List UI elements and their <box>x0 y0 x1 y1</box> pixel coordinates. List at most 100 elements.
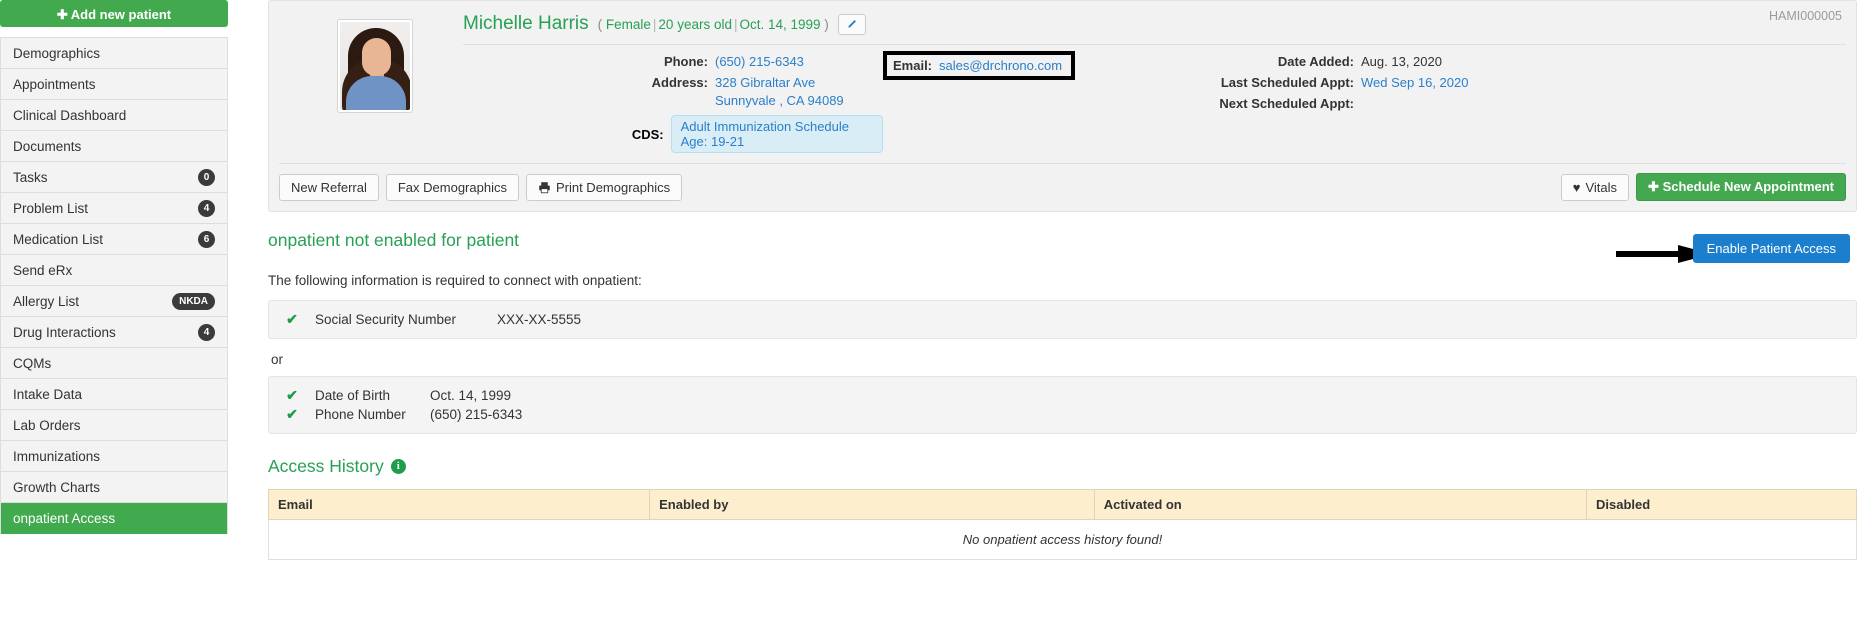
column-header-enabled-by: Enabled by <box>649 489 1095 520</box>
sidebar-item-allergy-list[interactable]: Allergy List NKDA <box>1 286 227 317</box>
vitals-button[interactable]: ♥ Vitals <box>1560 173 1630 201</box>
column-header-activated-on: Activated on <box>1093 489 1588 520</box>
requirement-name: Phone Number <box>315 407 406 422</box>
main-content: HAMI000005 Michelle Harris ( Female | 20 y… <box>228 0 1867 643</box>
sidebar-item-label: onpatient Access <box>13 510 116 526</box>
enable-patient-access-label: Enable Patient Access <box>1706 241 1836 256</box>
requirement-row: ✔ Phone Number (650) 215-6343 <box>269 405 1856 424</box>
new-referral-button[interactable]: New Referral <box>279 173 379 201</box>
patient-header-card: HAMI000005 Michelle Harris ( Female | 20 y… <box>268 0 1857 212</box>
sidebar-item-label: Appointments <box>13 76 96 92</box>
address-line-1[interactable]: 328 Gibraltar Ave <box>715 75 815 90</box>
requirement-group-dob-phone: ✔ Date of Birth Oct. 14, 1999 ✔ Phone Nu… <box>268 376 1857 434</box>
new-referral-label: New Referral <box>291 179 367 195</box>
onpatient-section: onpatient not enabled for patient Enable… <box>267 212 1857 560</box>
pencil-icon <box>848 19 857 28</box>
sidebar-item-clinical-dashboard[interactable]: Clinical Dashboard <box>1 100 227 131</box>
sidebar-item-immunizations[interactable]: Immunizations <box>1 441 227 472</box>
sidebar-item-lab-orders[interactable]: Lab Orders <box>1 410 227 441</box>
check-icon: ✔ <box>286 406 298 422</box>
sidebar-item-documents[interactable]: Documents <box>1 131 227 162</box>
empty-state-message: No onpatient access history found! <box>268 519 1857 560</box>
requirement-value: (650) 215-6343 <box>430 407 523 422</box>
patient-dob: Oct. 14, 1999 <box>739 16 821 32</box>
sidebar-item-label: Problem List <box>13 200 89 216</box>
detail-col-appointments: Date Added: Aug. 13, 2020 Last Scheduled… <box>1203 53 1846 153</box>
phone-value[interactable]: (650) 215-6343 <box>715 53 804 71</box>
info-icon[interactable]: i <box>390 459 406 474</box>
sidebar-badge-medication-list: 6 <box>198 230 215 248</box>
date-added-value: Aug. 13, 2020 <box>1361 54 1442 69</box>
print-demographics-label: Print Demographics <box>555 179 671 195</box>
sidebar-item-send-erx[interactable]: Send eRx <box>1 255 227 286</box>
last-appt-value[interactable]: Wed Sep 16, 2020 <box>1361 74 1468 92</box>
sidebar-badge-drug-interactions: 4 <box>198 323 215 341</box>
plus-icon: ✚ <box>56 7 68 22</box>
cds-value-pill[interactable]: Adult Immunization Schedule Age: 19-21 <box>670 115 883 153</box>
add-new-patient-label: Add new patient <box>70 7 172 22</box>
edit-patient-button[interactable] <box>837 13 866 35</box>
sidebar-badge-problem-list: 4 <box>198 199 215 217</box>
sidebar-item-medication-list[interactable]: Medication List 6 <box>1 224 227 255</box>
schedule-new-appointment-button[interactable]: ✚ Schedule New Appointment <box>1636 173 1846 201</box>
date-added-label: Date Added: <box>1277 54 1354 69</box>
sidebar-item-tasks[interactable]: Tasks 0 <box>1 162 227 193</box>
table-header-row: Email Enabled by Activated on Disabled <box>267 489 1857 520</box>
requirement-row: ✔ Social Security Number XXX-XX-5555 <box>269 310 1856 329</box>
enable-patient-access-button[interactable]: Enable Patient Access <box>1692 234 1850 263</box>
plus-icon: ✚ <box>1648 179 1659 194</box>
requirement-name: Social Security Number <box>315 312 457 327</box>
sidebar-item-label: Growth Charts <box>13 479 101 495</box>
email-value[interactable]: sales@drchrono.com <box>939 58 1062 73</box>
avatar-image <box>340 22 410 110</box>
check-icon: ✔ <box>286 387 298 403</box>
actions-divider <box>279 163 1846 164</box>
sidebar-item-growth-charts[interactable]: Growth Charts <box>1 472 227 503</box>
print-demographics-button[interactable]: Print Demographics <box>525 173 683 201</box>
cds-label: CDS: <box>631 126 664 142</box>
address-line-2[interactable]: Sunnyvale , CA 94089 <box>715 93 844 108</box>
sidebar-item-label: Lab Orders <box>13 417 81 433</box>
sidebar-badge-allergy-list: NKDA <box>172 292 215 310</box>
sidebar-item-label: Intake Data <box>13 386 83 402</box>
avatar-face <box>362 38 391 76</box>
sidebar-item-label: Demographics <box>13 45 101 61</box>
fax-demographics-button[interactable]: Fax Demographics <box>385 173 519 201</box>
patient-name-row: Michelle Harris ( Female | 20 years old | Oc… <box>463 13 1846 35</box>
table-row: No onpatient access history found! <box>268 519 1857 560</box>
sidebar-item-problem-list[interactable]: Problem List 4 <box>1 193 227 224</box>
phone-label: Phone: <box>663 54 708 69</box>
heart-icon: ♥ <box>1572 179 1581 195</box>
patient-age: 20 years old <box>658 16 732 32</box>
sidebar-item-cqms[interactable]: CQMs <box>1 348 227 379</box>
requirement-group-ssn: ✔ Social Security Number XXX-XX-5555 <box>268 300 1857 339</box>
sidebar-item-label: Medication List <box>13 231 104 247</box>
patient-chart-page: ✚ Add new patient Demographics Appointmen… <box>0 0 1867 643</box>
sidebar-item-intake-data[interactable]: Intake Data <box>1 379 227 410</box>
address-row: Address: 328 Gibraltar Ave Sunnyvale , C… <box>463 74 883 110</box>
sidebar-item-label: Clinical Dashboard <box>13 107 127 123</box>
column-header-email: Email <box>267 489 651 520</box>
patient-meta: ( Female | 20 years old | Oct. 14, 1999 ) <box>597 16 829 32</box>
printer-icon <box>539 181 550 193</box>
sidebar-item-label: Drug Interactions <box>13 324 116 340</box>
sidebar-item-appointments[interactable]: Appointments <box>1 69 227 100</box>
sidebar-item-label: Documents <box>13 138 82 154</box>
sidebar-item-drug-interactions[interactable]: Drug Interactions 4 <box>1 317 227 348</box>
sidebar-item-label: Tasks <box>13 169 48 185</box>
phone-row: Phone: (650) 215-6343 <box>463 53 883 71</box>
add-new-patient-button[interactable]: ✚ Add new patient <box>0 0 228 27</box>
address-value: 328 Gibraltar Ave Sunnyvale , CA 94089 <box>715 74 844 110</box>
email-label: Email: <box>893 58 933 73</box>
sidebar-item-onpatient-access[interactable]: onpatient Access <box>1 503 227 534</box>
sidebar-item-demographics[interactable]: Demographics <box>1 38 227 69</box>
patient-chart-id: HAMI000005 <box>1769 9 1842 23</box>
next-appt-label: Next Scheduled Appt: <box>1219 96 1354 111</box>
access-history-tbody: No onpatient access history found! <box>268 519 1857 560</box>
sidebar-badge-tasks: 0 <box>198 168 215 186</box>
access-history-thead: Email Enabled by Activated on Disabled <box>267 489 1857 520</box>
requirement-value: Oct. 14, 1999 <box>430 388 512 403</box>
requirement-value: XXX-XX-5555 <box>497 312 582 327</box>
onpatient-subtitle: The following information is required to… <box>268 273 642 288</box>
access-history-title-row: Access History i <box>268 456 1857 477</box>
